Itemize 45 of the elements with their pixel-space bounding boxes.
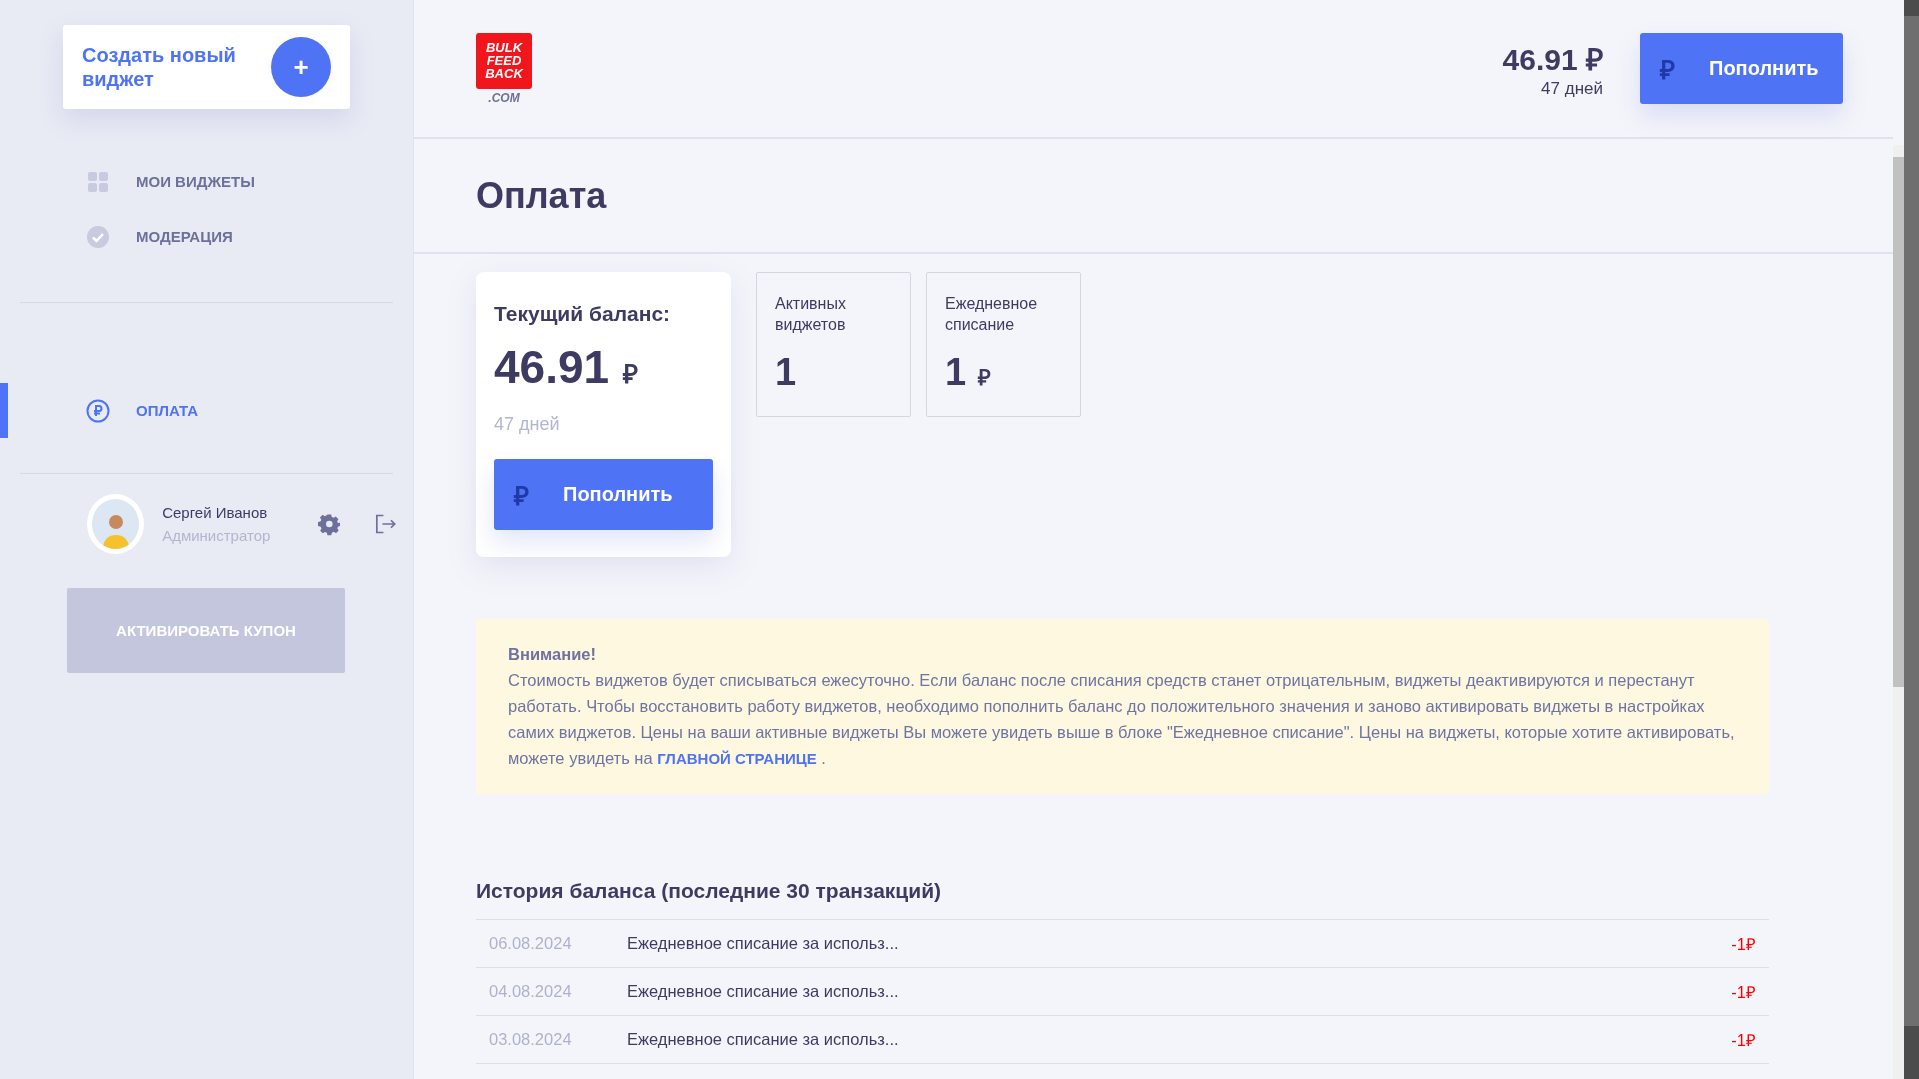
balance-card-title: Текущий баланс:	[494, 302, 672, 326]
transaction-date: 06.08.2024	[489, 934, 573, 953]
history-title: История баланса (последние 30 транзакций)	[476, 879, 943, 904]
logout-icon[interactable]	[374, 512, 397, 536]
stat-value: 1	[775, 351, 797, 394]
page-title: Оплата	[476, 174, 607, 217]
transaction-amount: -1₽	[1731, 934, 1756, 955]
transaction-description: Ежедневное списание за использ...	[627, 1030, 900, 1049]
top-up-button[interactable]: ₽ Пополнить	[1640, 33, 1843, 104]
scrollbar[interactable]	[1893, 145, 1904, 1079]
logo-domain: .COM	[488, 90, 520, 105]
active-indicator	[0, 383, 8, 438]
transaction-description: Ежедневное списание за использ...	[627, 982, 900, 1001]
balance-value: 46.91	[494, 340, 610, 394]
stat-label: Активных виджетов	[775, 294, 847, 335]
create-widget-label[interactable]: Создать новый виджет	[82, 43, 242, 91]
ruble-icon: ₽	[1660, 50, 1675, 87]
top-up-button[interactable]: ₽ Пополнить	[494, 459, 713, 530]
nav-item[interactable]: МОДЕРАЦИЯ	[0, 209, 413, 264]
user-name: Сергей Иванов	[162, 504, 269, 521]
check-circle-icon	[86, 224, 110, 249]
transaction-amount: -1₽	[1731, 982, 1756, 1003]
balance-days: 47 дней	[1541, 79, 1603, 99]
nav-item[interactable]: ОПЛАТА	[0, 383, 413, 438]
notice-text: Стоимость виджетов будет списываться ежесуточно. Если баланс после списания средств станет отрицательным, виджеты деактивируются и перестанут работать. Чтобы восстановить работу виджетов, необходимо пополнить баланс до положительного значения и заново активировать виджеты в настройках самих виджетов. Цены на ваши активные виджеты Вы можете увидеть выше в блоке "Ежедневное списание". Цены на виджеты, которые хотите активировать, можете увидеть на ГЛАВНОЙ СТРАНИЦЕ .	[508, 670, 1736, 769]
balance-days: 47 дней	[494, 414, 713, 435]
settings-icon[interactable]	[317, 512, 341, 536]
ruble-icon	[86, 398, 110, 423]
nav-item[interactable]: МОИ ВИДЖЕТЫ	[0, 154, 413, 209]
balance-amount: 46.91 ₽	[1502, 42, 1603, 78]
stat-label: Ежедневное списание	[945, 294, 1039, 335]
add-widget-button[interactable]: +	[271, 37, 331, 97]
notice-title: Внимание!	[508, 644, 597, 665]
transaction-date: 03.08.2024	[489, 1030, 573, 1049]
currency-sign: ₽	[623, 358, 639, 391]
transaction-amount: -1₽	[1731, 1030, 1756, 1051]
grid-icon	[86, 169, 110, 194]
main-page-link[interactable]: ГЛАВНОЙ СТРАНИЦЕ	[657, 750, 817, 767]
stat-value: 1	[945, 351, 967, 394]
currency-sign: ₽	[978, 364, 992, 391]
transaction-description: Ежедневное списание за использ...	[627, 934, 900, 953]
scrollbar[interactable]	[1904, 0, 1919, 1079]
logo: BULK FEED BACK	[476, 32, 532, 89]
transaction-date: 04.08.2024	[489, 982, 573, 1001]
ruble-icon: ₽	[514, 476, 529, 513]
